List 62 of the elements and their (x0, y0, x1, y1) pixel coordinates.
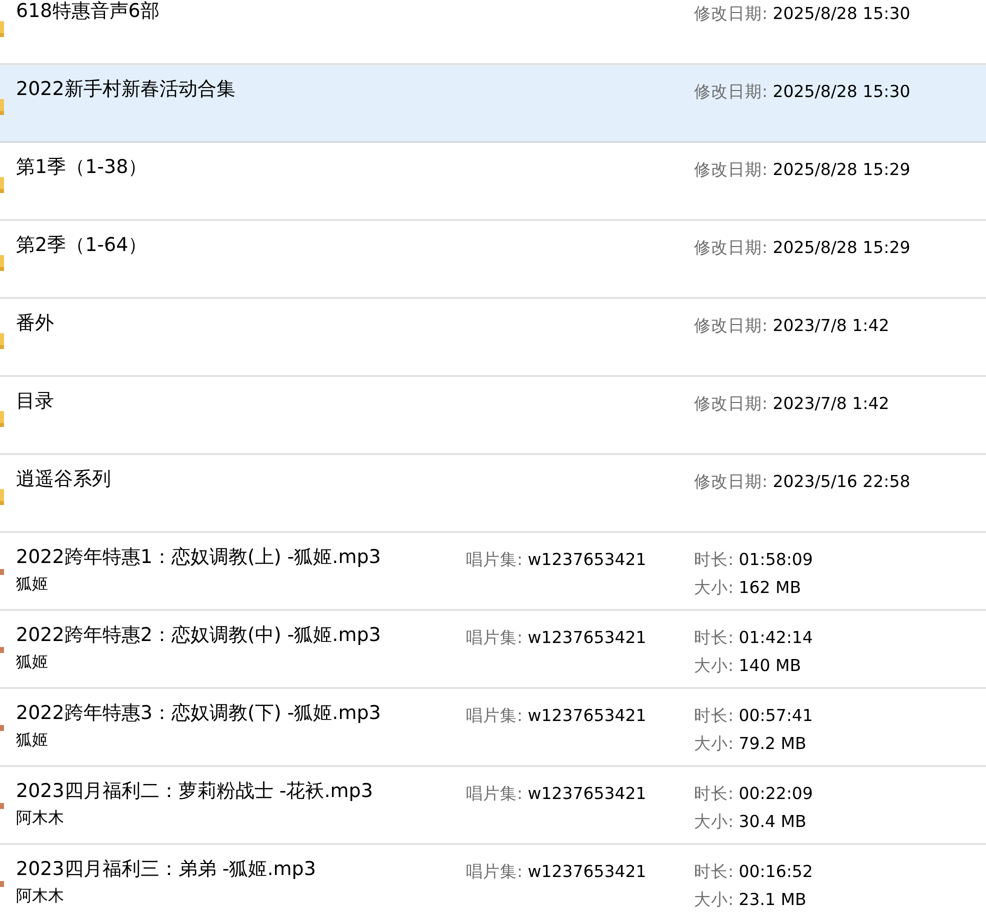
file-name: 2023四月福利二：萝莉粉战士 -花袄.mp3 (16, 779, 374, 803)
modified-date: 修改日期: 2025/8/28 15:30 (694, 81, 912, 103)
list-item[interactable]: 2022新手村新春活动合集 修改日期: 2025/8/28 15:30 (0, 65, 986, 143)
list-item[interactable]: 第2季（1-64） 修改日期: 2025/8/28 15:29 (0, 221, 986, 299)
album-text: 唱片集: w1237653421 (466, 861, 648, 883)
modified-date: 修改日期: 2025/8/28 15:29 (694, 159, 912, 181)
artist-name: 狐姬 (16, 651, 49, 673)
folder-name: 逍遥谷系列 (16, 467, 112, 491)
folder-name: 618特惠音声6部 (16, 0, 160, 23)
list-item[interactable]: 目录 修改日期: 2023/7/8 1:42 (0, 377, 986, 455)
artist-name: 阿木木 (16, 807, 65, 829)
folder-icon (0, 411, 4, 427)
modified-date: 修改日期: 2023/7/8 1:42 (694, 315, 890, 337)
album-text: 唱片集: w1237653421 (466, 705, 648, 727)
list-item[interactable]: 2022跨年特惠2：恋奴调教(中) -狐姬.mp3 狐姬 唱片集: w1237653421 时长: 01:42:14 大小: 140 MB (0, 611, 986, 689)
file-name: 2022跨年特惠3：恋奴调教(下) -狐姬.mp3 (16, 701, 382, 725)
size-text: 大小: 23.1 MB (694, 889, 808, 911)
list-item[interactable]: 2022跨年特惠3：恋奴调教(下) -狐姬.mp3 狐姬 唱片集: w1237653421 时长: 00:57:41 大小: 79.2 MB (0, 689, 986, 767)
folder-icon (0, 333, 4, 349)
duration-text: 时长: 00:57:41 (694, 705, 814, 727)
duration-text: 时长: 01:58:09 (694, 549, 814, 571)
duration-text: 时长: 00:16:52 (694, 861, 814, 883)
list-item[interactable]: 2022跨年特惠1：恋奴调教(上) -狐姬.mp3 狐姬 唱片集: w1237653421 时长: 01:58:09 大小: 162 MB (0, 533, 986, 611)
folder-icon (0, 99, 4, 115)
folder-name: 目录 (16, 389, 55, 413)
file-name: 2022跨年特惠2：恋奴调教(中) -狐姬.mp3 (16, 623, 382, 647)
audio-file-icon (0, 881, 4, 887)
folder-name: 番外 (16, 311, 55, 335)
modified-date: 修改日期: 2023/5/16 22:58 (694, 471, 912, 493)
folder-name: 第1季（1-38） (16, 155, 148, 179)
album-text: 唱片集: w1237653421 (466, 549, 648, 571)
album-text: 唱片集: w1237653421 (466, 627, 648, 649)
folder-icon (0, 177, 4, 193)
list-item[interactable]: 第1季（1-38） 修改日期: 2025/8/28 15:29 (0, 143, 986, 221)
audio-file-icon (0, 803, 4, 809)
album-text: 唱片集: w1237653421 (466, 783, 648, 805)
duration-text: 时长: 01:42:14 (694, 627, 814, 649)
list-item[interactable]: 番外 修改日期: 2023/7/8 1:42 (0, 299, 986, 377)
modified-date: 修改日期: 2025/8/28 15:29 (694, 237, 912, 259)
folder-name: 第2季（1-64） (16, 233, 148, 257)
size-text: 大小: 79.2 MB (694, 733, 808, 755)
list-item[interactable]: 逍遥谷系列 修改日期: 2023/5/16 22:58 (0, 455, 986, 533)
list-item[interactable]: 2023四月福利三：弟弟 -狐姬.mp3 阿木木 唱片集: w1237653421 时长: 00:16:52 大小: 23.1 MB (0, 845, 986, 920)
audio-file-icon (0, 647, 4, 653)
audio-file-icon (0, 725, 4, 731)
audio-file-icon (0, 569, 4, 575)
list-item[interactable]: 2023四月福利二：萝莉粉战士 -花袄.mp3 阿木木 唱片集: w1237653421 时长: 00:22:09 大小: 30.4 MB (0, 767, 986, 845)
artist-name: 狐姬 (16, 573, 49, 595)
size-text: 大小: 140 MB (694, 655, 802, 677)
modified-date: 修改日期: 2023/7/8 1:42 (694, 393, 890, 415)
artist-name: 狐姬 (16, 729, 49, 751)
folder-name: 2022新手村新春活动合集 (16, 77, 236, 101)
folder-icon (0, 21, 4, 37)
file-name: 2023四月福利三：弟弟 -狐姬.mp3 (16, 857, 317, 881)
file-name: 2022跨年特惠1：恋奴调教(上) -狐姬.mp3 (16, 545, 382, 569)
size-text: 大小: 30.4 MB (694, 811, 808, 833)
duration-text: 时长: 00:22:09 (694, 783, 814, 805)
modified-date: 修改日期: 2025/8/28 15:30 (694, 3, 912, 25)
folder-icon (0, 255, 4, 271)
artist-name: 阿木木 (16, 885, 65, 907)
size-text: 大小: 162 MB (694, 577, 802, 599)
folder-icon (0, 489, 4, 505)
